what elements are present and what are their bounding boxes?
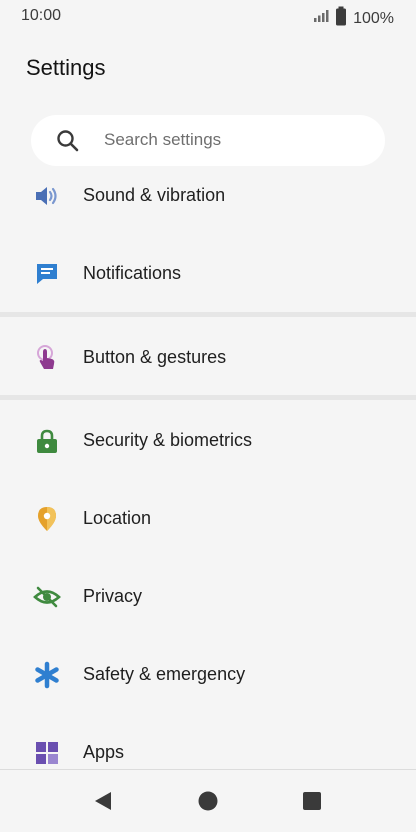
settings-item-label: Notifications <box>83 263 182 283</box>
settings-item-sound-vibration[interactable]: Sound & vibration <box>0 166 416 226</box>
notification-icon <box>33 260 61 288</box>
settings-item-label: Button & gestures <box>83 347 227 367</box>
search-icon <box>55 128 81 154</box>
settings-item-notifications[interactable]: Notifications <box>0 244 416 304</box>
eye-off-icon <box>33 583 61 611</box>
settings-item-label: Safety & emergency <box>83 664 246 684</box>
settings-item-button-gestures[interactable]: Button & gestures <box>0 328 416 388</box>
location-pin-icon <box>33 505 61 533</box>
status-indicators: 100% <box>313 6 394 31</box>
section-divider <box>0 395 416 400</box>
lock-icon <box>33 427 61 455</box>
status-bar: 10:00 100% <box>0 0 416 34</box>
battery-icon <box>335 6 347 31</box>
search-bar[interactable]: Search settings <box>31 115 385 166</box>
asterisk-icon <box>33 661 61 689</box>
settings-item-label: Sound & vibration <box>83 185 226 205</box>
speaker-icon <box>33 182 61 210</box>
apps-grid-icon <box>33 739 61 767</box>
home-button[interactable] <box>193 786 223 816</box>
settings-item-label: Privacy <box>83 586 143 606</box>
status-time: 10:00 <box>21 7 62 24</box>
settings-item-label: Apps <box>83 742 125 762</box>
settings-item-label: Security & biometrics <box>83 430 253 450</box>
battery-percentage: 100% <box>353 9 394 27</box>
settings-item-label: Location <box>83 508 152 528</box>
settings-item-security-biometrics[interactable]: Security & biometrics <box>0 411 416 471</box>
section-divider <box>0 312 416 317</box>
navigation-bar <box>0 769 416 832</box>
signal-icon <box>313 9 329 28</box>
settings-item-safety-emergency[interactable]: Safety & emergency <box>0 645 416 705</box>
gesture-hand-icon <box>33 344 61 372</box>
recents-button[interactable] <box>297 786 327 816</box>
settings-item-privacy[interactable]: Privacy <box>0 567 416 627</box>
settings-item-location[interactable]: Location <box>0 489 416 549</box>
back-button[interactable] <box>88 786 118 816</box>
search-placeholder: Search settings <box>104 130 222 149</box>
settings-screen: 10:00 100% Settings Search settings Soun… <box>0 0 416 832</box>
page-title: Settings <box>26 55 106 80</box>
